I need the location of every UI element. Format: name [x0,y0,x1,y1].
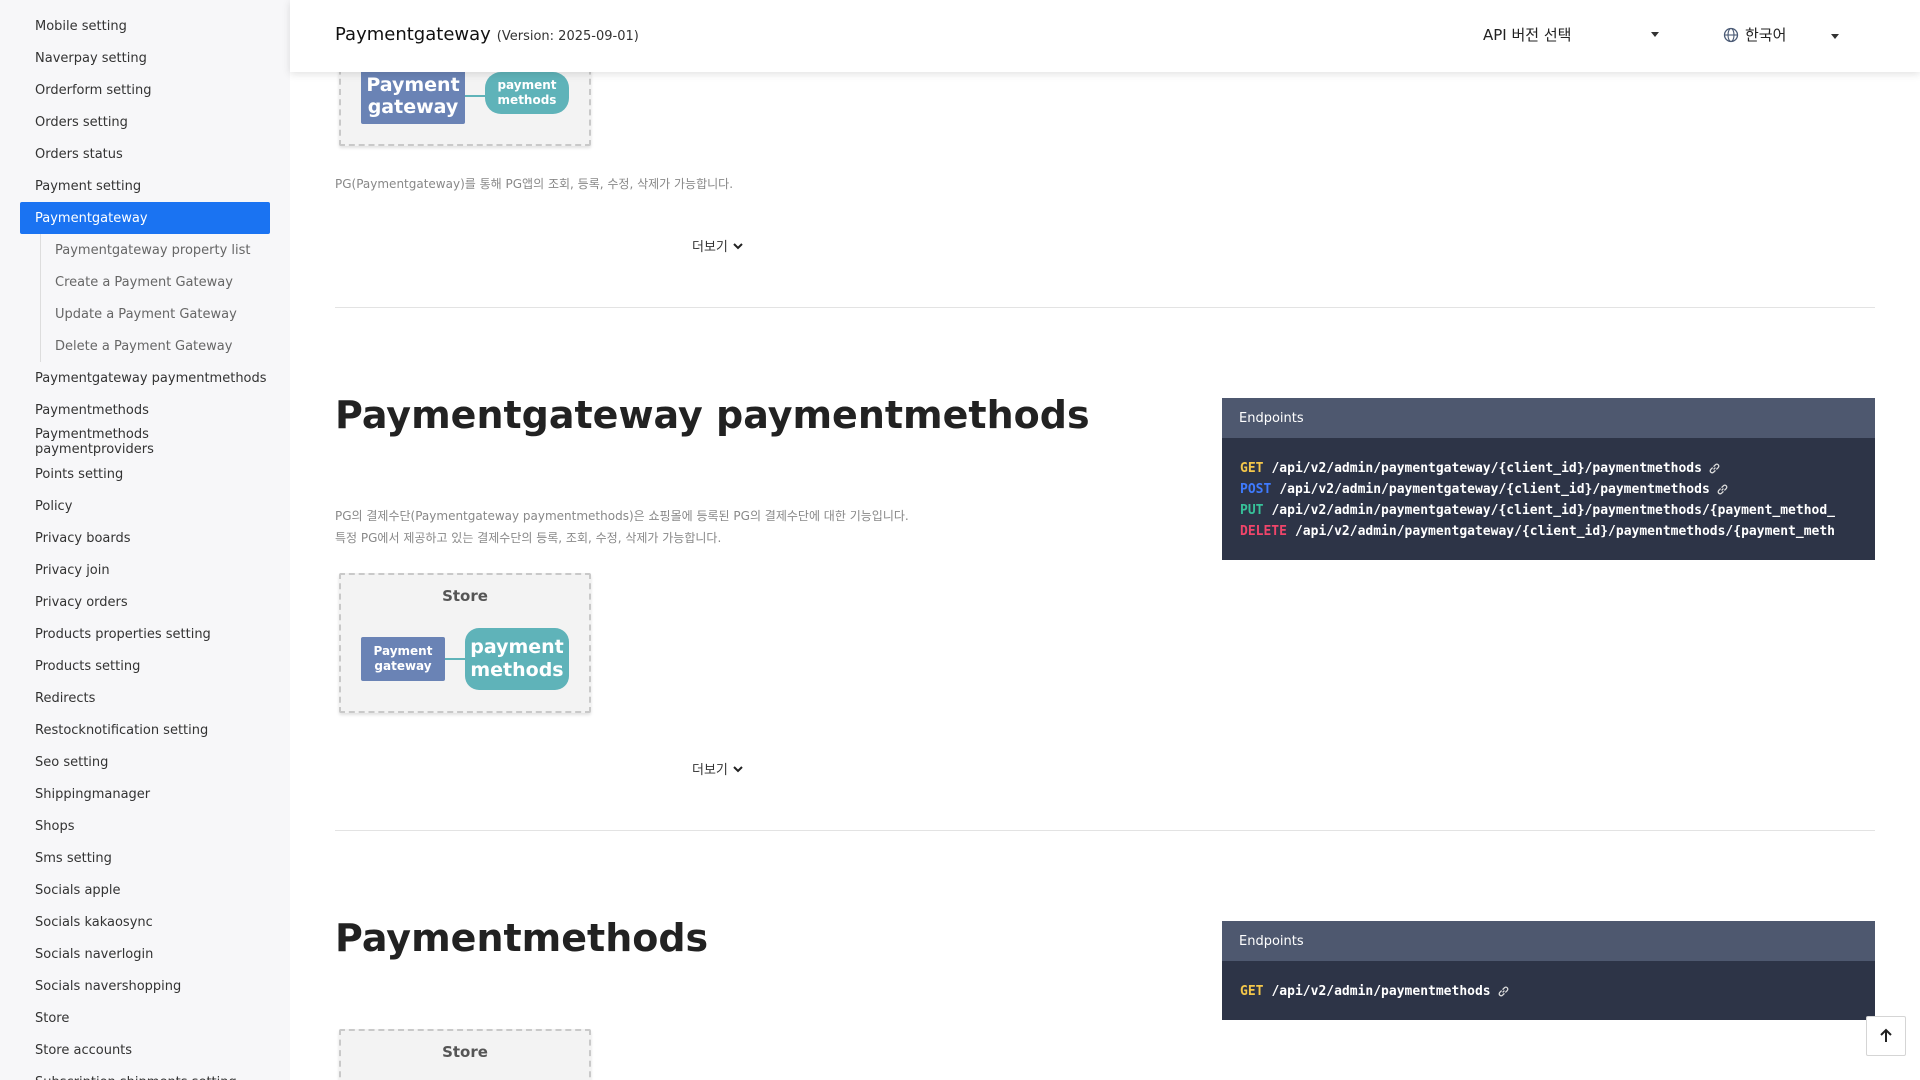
link-icon[interactable] [1716,483,1729,496]
sidebar-item-store-accounts[interactable]: Store accounts [20,1034,270,1066]
section-description: PG의 결제수단(Paymentgateway paymentmethods)은… [335,505,909,549]
sidebar-item-products-setting[interactable]: Products setting [20,650,270,682]
sidebar-item-policy[interactable]: Policy [20,490,270,522]
more-toggle[interactable]: 더보기 [692,236,744,255]
sidebar-item-paymentgateway[interactable]: Paymentgateway [20,202,270,234]
sidebar-item-privacy-boards[interactable]: Privacy boards [20,522,270,554]
payment-methods-box: payment methods [485,72,569,114]
sidebar-item-redirects[interactable]: Redirects [20,682,270,714]
globe-icon [1723,27,1739,42]
endpoints-panel: Endpoints GET/api/v2/admin/paymentgatewa… [1222,398,1875,560]
endpoints-panel: Endpoints GET/api/v2/admin/paymentmethod… [1222,921,1875,1020]
sidebar-item-subscription-shipments-setting[interactable]: Subscription shipments setting [20,1066,270,1080]
store-label: Store [442,1043,488,1061]
section-divider [335,830,1875,831]
endpoint-method: POST [1240,482,1272,497]
endpoint-path[interactable]: /api/v2/admin/paymentgateway/{client_id}… [1279,482,1709,497]
chevron-down-icon [733,765,743,772]
caret-down-icon [1651,32,1659,37]
sidebar-item-shops[interactable]: Shops [20,810,270,842]
endpoints-title: Endpoints [1222,921,1875,961]
section-divider [335,307,1875,308]
sidebar-item-restocknotification-setting[interactable]: Restocknotification setting [20,714,270,746]
sidebar-item-seo-setting[interactable]: Seo setting [20,746,270,778]
sidebar-item-socials-apple[interactable]: Socials apple [20,874,270,906]
description-line: PG의 결제수단(Paymentgateway paymentmethods)은… [335,509,909,523]
sidebar-subitem-create-a-payment-gateway[interactable]: Create a Payment Gateway [40,266,290,298]
api-version: (Version: 2025-09-01) [496,29,639,44]
endpoints-title: Endpoints [1222,398,1875,438]
sidebar-list: Mobile setting Naverpay setting Orderform … [0,0,290,1080]
endpoint-path[interactable]: /api/v2/admin/paymentmethods [1271,984,1490,999]
payment-gateway-box: Payment gateway [361,637,445,681]
endpoints-list: GET/api/v2/admin/paymentgateway/{client_… [1222,438,1875,560]
sidebar-subitem-update-a-payment-gateway[interactable]: Update a Payment Gateway [40,298,290,330]
sidebar-item-products-properties-setting[interactable]: Products properties setting [20,618,270,650]
language-label: 한국어 [1745,26,1787,44]
api-title: Paymentgateway [335,24,491,45]
sidebar-item-orderform-setting[interactable]: Orderform setting [20,74,270,106]
top-header: Paymentgateway (Version: 2025-09-01) API… [290,0,1920,72]
scroll-to-top-button[interactable] [1866,1016,1906,1056]
endpoint-method: PUT [1240,503,1264,518]
endpoint-row[interactable]: GET/api/v2/admin/paymentmethods [1240,981,1875,1002]
sidebar-subitem-delete-a-payment-gateway[interactable]: Delete a Payment Gateway [40,330,290,362]
paymentmethods-diagram: Store Payment gateway payment methods [339,573,591,713]
api-version-select[interactable]: API 버전 선택 [1483,24,1663,45]
sidebar-subitem-paymentgateway-property-list[interactable]: Paymentgateway property list [40,234,290,266]
sidebar-item-paymentmethods-paymentproviders[interactable]: Paymentmethods paymentproviders [20,426,270,458]
sidebar-item-paymentmethods[interactable]: Paymentmethods [20,394,270,426]
endpoint-row[interactable]: DELETE/api/v2/admin/paymentgateway/{clie… [1240,521,1875,542]
description-line: 특정 PG에서 제공하고 있는 결제수단의 등록, 조회, 수정, 삭제가 가능… [335,531,722,545]
sidebar-item-privacy-orders[interactable]: Privacy orders [20,586,270,618]
endpoint-method: DELETE [1240,524,1287,539]
sidebar-item-socials-navershopping[interactable]: Socials navershopping [20,970,270,1002]
sidebar-item-points-setting[interactable]: Points setting [20,458,270,490]
link-icon[interactable] [1497,985,1510,998]
endpoint-path[interactable]: /api/v2/admin/paymentgateway/{client_id}… [1295,524,1835,539]
sidebar-item-socials-naverlogin[interactable]: Socials naverlogin [20,938,270,970]
endpoint-row[interactable]: GET/api/v2/admin/paymentgateway/{client_… [1240,458,1875,479]
caret-down-icon [1831,34,1839,39]
api-version-select-label: API 버전 선택 [1483,26,1572,44]
endpoint-path[interactable]: /api/v2/admin/paymentgateway/{client_id}… [1271,503,1835,518]
main-content: Payment gateway payment methods PG(Payme… [290,0,1920,1080]
sidebar-item-store[interactable]: Store [20,1002,270,1034]
section-description: PG(Paymentgateway)를 통해 PG앱의 조회, 등록, 수정, … [335,177,734,191]
sidebar-item-socials-kakaosync[interactable]: Socials kakaosync [20,906,270,938]
sidebar-item-orders-status[interactable]: Orders status [20,138,270,170]
sidebar-item-shippingmanager[interactable]: Shippingmanager [20,778,270,810]
arrow-up-icon [1880,1028,1892,1042]
sidebar-item-sms-setting[interactable]: Sms setting [20,842,270,874]
endpoint-method: GET [1240,461,1264,476]
section-title: Paymentmethods [335,916,709,960]
page-title: Paymentgateway (Version: 2025-09-01) [335,24,639,45]
diagram-connector [465,95,485,97]
paymentmethods-diagram: Store [339,1029,591,1080]
endpoint-row[interactable]: PUT/api/v2/admin/paymentgateway/{client_… [1240,500,1875,521]
sidebar-item-privacy-join[interactable]: Privacy join [20,554,270,586]
sidebar-item-mobile-setting[interactable]: Mobile setting [20,10,270,42]
diagram-connector [445,658,465,660]
language-select[interactable]: 한국어 [1723,24,1843,45]
section-title: Paymentgateway paymentmethods [335,393,1090,437]
more-label: 더보기 [692,763,728,778]
endpoint-path[interactable]: /api/v2/admin/paymentgateway/{client_id}… [1271,461,1701,476]
sidebar-item-naverpay-setting[interactable]: Naverpay setting [20,42,270,74]
chevron-down-icon [733,242,743,249]
store-label: Store [442,587,488,605]
sidebar-item-payment-setting[interactable]: Payment setting [20,170,270,202]
endpoints-list: GET/api/v2/admin/paymentmethods [1222,961,1875,1020]
sidebar-item-paymentgateway-paymentmethods[interactable]: Paymentgateway paymentmethods [20,362,270,394]
more-toggle[interactable]: 더보기 [692,759,744,778]
payment-methods-box: payment methods [465,628,569,690]
sidebar: Mobile setting Naverpay setting Orderform … [0,0,290,1080]
link-icon[interactable] [1708,462,1721,475]
more-label: 더보기 [692,240,728,255]
endpoint-row[interactable]: POST/api/v2/admin/paymentgateway/{client… [1240,479,1875,500]
sidebar-item-orders-setting[interactable]: Orders setting [20,106,270,138]
payment-gateway-box: Payment gateway [361,68,465,124]
endpoint-method: GET [1240,984,1264,999]
